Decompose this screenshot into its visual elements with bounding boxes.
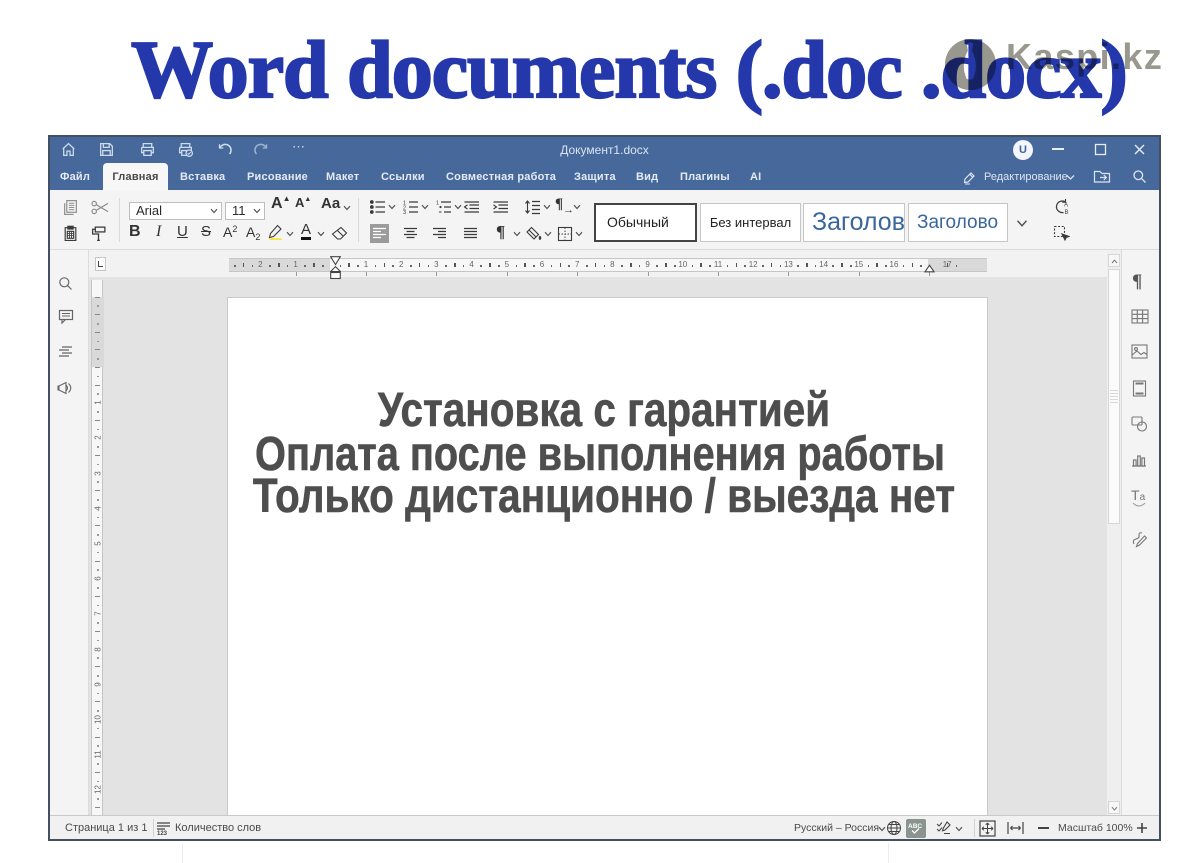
svg-text:A: A	[1064, 203, 1068, 209]
svg-text:3: 3	[403, 210, 406, 214]
svg-text:123: 123	[157, 831, 168, 835]
svg-text:ABC: ABC	[908, 823, 922, 830]
svg-text:B: B	[1065, 210, 1069, 215]
svg-text:1: 1	[436, 201, 439, 207]
